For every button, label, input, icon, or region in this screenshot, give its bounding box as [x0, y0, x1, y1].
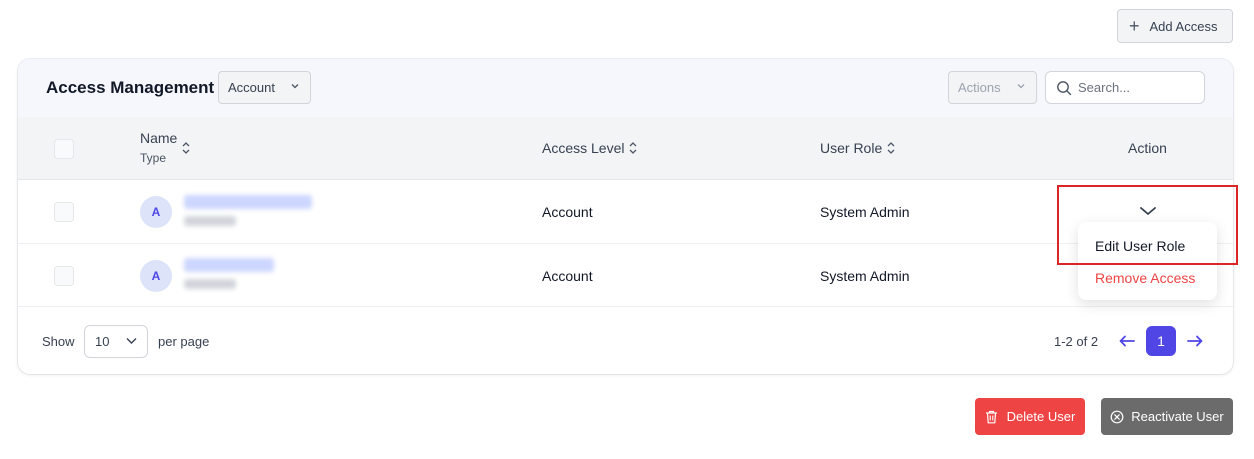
- row-checkbox[interactable]: [54, 202, 74, 222]
- add-access-button[interactable]: + Add Access: [1117, 9, 1233, 43]
- avatar: A: [140, 260, 172, 292]
- reactivate-user-label: Reactivate User: [1131, 409, 1224, 424]
- column-access-level-label: Access Level: [542, 140, 625, 156]
- column-action-header: Action: [1128, 140, 1167, 156]
- page-size-select[interactable]: 10: [84, 325, 148, 358]
- table-header: Name Type Access Level User Role Action: [18, 117, 1233, 180]
- circle-x-icon: [1110, 410, 1124, 423]
- access-management-card: Access Management Account Actions Name T…: [18, 59, 1233, 374]
- select-all-checkbox[interactable]: [54, 139, 74, 159]
- arrow-left-icon[interactable]: [1119, 334, 1135, 348]
- reactivate-user-button[interactable]: Reactivate User: [1101, 398, 1233, 435]
- access-level-cell: Account: [542, 268, 593, 284]
- table-footer: Show 10 per page 1-2 of 2 1: [18, 309, 1233, 374]
- redacted-user-type: [184, 216, 236, 226]
- arrow-right-icon[interactable]: [1187, 334, 1203, 348]
- sort-icon[interactable]: [181, 141, 191, 155]
- per-page-label: per page: [158, 334, 210, 349]
- row-action-menu: Edit User Role Remove Access: [1078, 222, 1217, 300]
- sort-icon: [887, 142, 895, 154]
- page-title: Access Management: [46, 78, 215, 97]
- scope-select[interactable]: Account: [218, 71, 311, 104]
- sort-icon: [630, 142, 637, 154]
- remove-access-menu-item[interactable]: Remove Access: [1095, 270, 1195, 286]
- redacted-user-type: [184, 279, 236, 289]
- redacted-user-name: [184, 258, 274, 272]
- chevron-down-icon: [291, 84, 299, 89]
- trash-icon: [985, 410, 997, 423]
- row-action-chevron-icon[interactable]: [1139, 205, 1157, 217]
- show-label: Show: [42, 334, 75, 349]
- chevron-down-icon: [126, 338, 137, 344]
- page-size-value: 10: [95, 334, 110, 349]
- column-type-label: Type: [140, 151, 167, 165]
- page-button-current[interactable]: 1: [1146, 326, 1176, 356]
- search-icon: [1057, 80, 1072, 95]
- avatar: A: [140, 196, 172, 228]
- user-role-cell: System Admin: [820, 268, 910, 284]
- table-row: A Account System Admin: [18, 181, 1233, 244]
- chevron-down-icon: [1017, 84, 1025, 89]
- column-name-label: Name: [140, 130, 178, 146]
- bulk-actions-value: Actions: [958, 80, 1001, 95]
- access-level-cell: Account: [542, 204, 593, 220]
- column-user-role-header[interactable]: User Role: [820, 140, 896, 156]
- scope-select-value: Account: [228, 80, 275, 95]
- redacted-user-name: [184, 195, 312, 209]
- edit-user-role-menu-item[interactable]: Edit User Role: [1095, 238, 1185, 254]
- add-access-label: Add Access: [1149, 18, 1218, 34]
- plus-icon: +: [1129, 16, 1140, 36]
- search-box: [1045, 71, 1205, 104]
- row-checkbox[interactable]: [54, 266, 74, 286]
- column-access-level-header[interactable]: Access Level: [542, 140, 638, 156]
- delete-user-button[interactable]: Delete User: [975, 398, 1085, 435]
- card-header: Access Management Account Actions: [18, 59, 1233, 117]
- pagination-range: 1-2 of 2: [1054, 334, 1099, 349]
- column-action-label: Action: [1128, 140, 1167, 156]
- bulk-actions-select[interactable]: Actions: [948, 71, 1037, 104]
- user-role-cell: System Admin: [820, 204, 910, 220]
- delete-user-label: Delete User: [1006, 409, 1076, 424]
- search-input[interactable]: [1078, 80, 1188, 95]
- table-row: A Account System Admin: [18, 244, 1233, 307]
- column-name-header[interactable]: Name: [140, 130, 177, 146]
- column-user-role-label: User Role: [820, 140, 883, 156]
